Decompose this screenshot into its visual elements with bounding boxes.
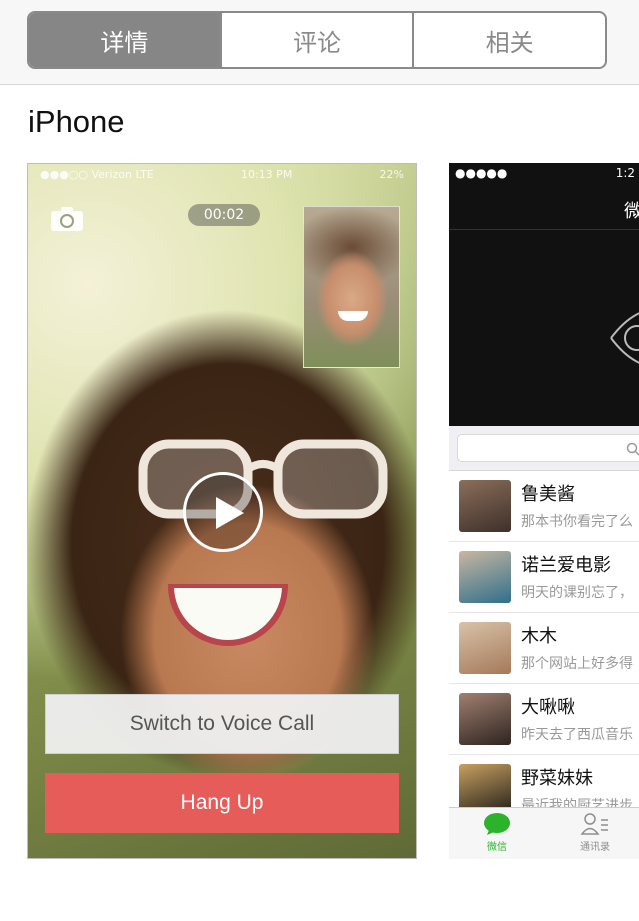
- signal-indicator: ●●●●●: [455, 166, 508, 180]
- self-view-smile: [338, 311, 368, 321]
- chat-name: 野菜妹妹: [521, 768, 593, 789]
- chat-name: 诺兰爱电影: [521, 555, 611, 576]
- chat-row[interactable]: 鲁美酱 那本书你看完了么: [449, 471, 639, 542]
- chat-row[interactable]: 诺兰爱电影 明天的课别忘了，: [449, 542, 639, 613]
- chat-header-area: ●●●●● 1:2 微: [449, 163, 639, 426]
- chat-name: 木木: [521, 626, 557, 647]
- screenshot-chat-list[interactable]: ●●●●● 1:2 微 鲁美酱 那本书你看完了么 诺兰爱电影 明天的课别忘了，: [449, 163, 639, 859]
- chat-row[interactable]: 大啾啾 昨天去了西瓜音乐: [449, 684, 639, 755]
- app-title: 微: [624, 201, 639, 222]
- search-bar: [449, 426, 639, 471]
- contacts-icon: [580, 813, 608, 835]
- chat-preview: 昨天去了西瓜音乐: [521, 727, 633, 743]
- eye-icon: [609, 308, 639, 372]
- avatar: [459, 551, 511, 603]
- bottom-tab-bar: 微信 通讯录: [449, 807, 639, 859]
- search-icon: [626, 441, 639, 460]
- glasses-graphic: [138, 439, 388, 519]
- screenshot-video-call[interactable]: ●●●○○ Verizon LTE 10:13 PM 22% 00:02 Swi…: [27, 163, 417, 859]
- hang-up-button[interactable]: Hang Up: [45, 773, 399, 833]
- chat-list: 鲁美酱 那本书你看完了么 诺兰爱电影 明天的课别忘了， 木木 那个网站上好多得 …: [449, 471, 639, 826]
- avatar: [459, 693, 511, 745]
- tab-chats[interactable]: 微信: [467, 812, 527, 853]
- segmented-control: 详情 评论 相关: [27, 11, 607, 69]
- section-title: iPhone: [28, 104, 125, 139]
- status-bar: ●●●○○ Verizon LTE 10:13 PM 22%: [28, 164, 416, 184]
- call-timer: 00:02: [188, 204, 260, 226]
- divider: [449, 229, 639, 230]
- play-icon[interactable]: [183, 472, 263, 552]
- chat-preview: 那个网站上好多得: [521, 656, 633, 672]
- tab-related[interactable]: 相关: [414, 13, 605, 67]
- chat-row[interactable]: 木木 那个网站上好多得: [449, 613, 639, 684]
- chat-name: 大啾啾: [521, 697, 575, 718]
- smile-graphic: [168, 584, 288, 646]
- tab-contacts[interactable]: 通讯录: [565, 812, 625, 853]
- status-time: 1:2: [615, 166, 635, 180]
- battery-label: 22%: [379, 167, 404, 181]
- chat-preview: 那本书你看完了么: [521, 514, 633, 530]
- tab-contacts-label: 通讯录: [580, 842, 610, 853]
- tab-chats-label: 微信: [487, 842, 507, 853]
- chat-bubble-icon: [484, 813, 510, 835]
- carrier-label: ●●●○○ Verizon LTE: [40, 167, 154, 181]
- tab-details[interactable]: 详情: [29, 13, 222, 67]
- chat-preview: 明天的课别忘了，: [521, 585, 633, 601]
- tab-comments[interactable]: 评论: [222, 13, 415, 67]
- avatar: [459, 480, 511, 532]
- status-time: 10:13 PM: [240, 167, 293, 181]
- status-bar: ●●●●● 1:2: [455, 166, 635, 180]
- search-input[interactable]: [457, 434, 639, 462]
- camera-flip-icon[interactable]: [50, 206, 84, 236]
- self-view-video[interactable]: [303, 206, 400, 368]
- segment-bar: 详情 评论 相关: [0, 0, 639, 85]
- chat-name: 鲁美酱: [521, 484, 575, 505]
- avatar: [459, 622, 511, 674]
- switch-to-voice-button[interactable]: Switch to Voice Call: [45, 694, 399, 754]
